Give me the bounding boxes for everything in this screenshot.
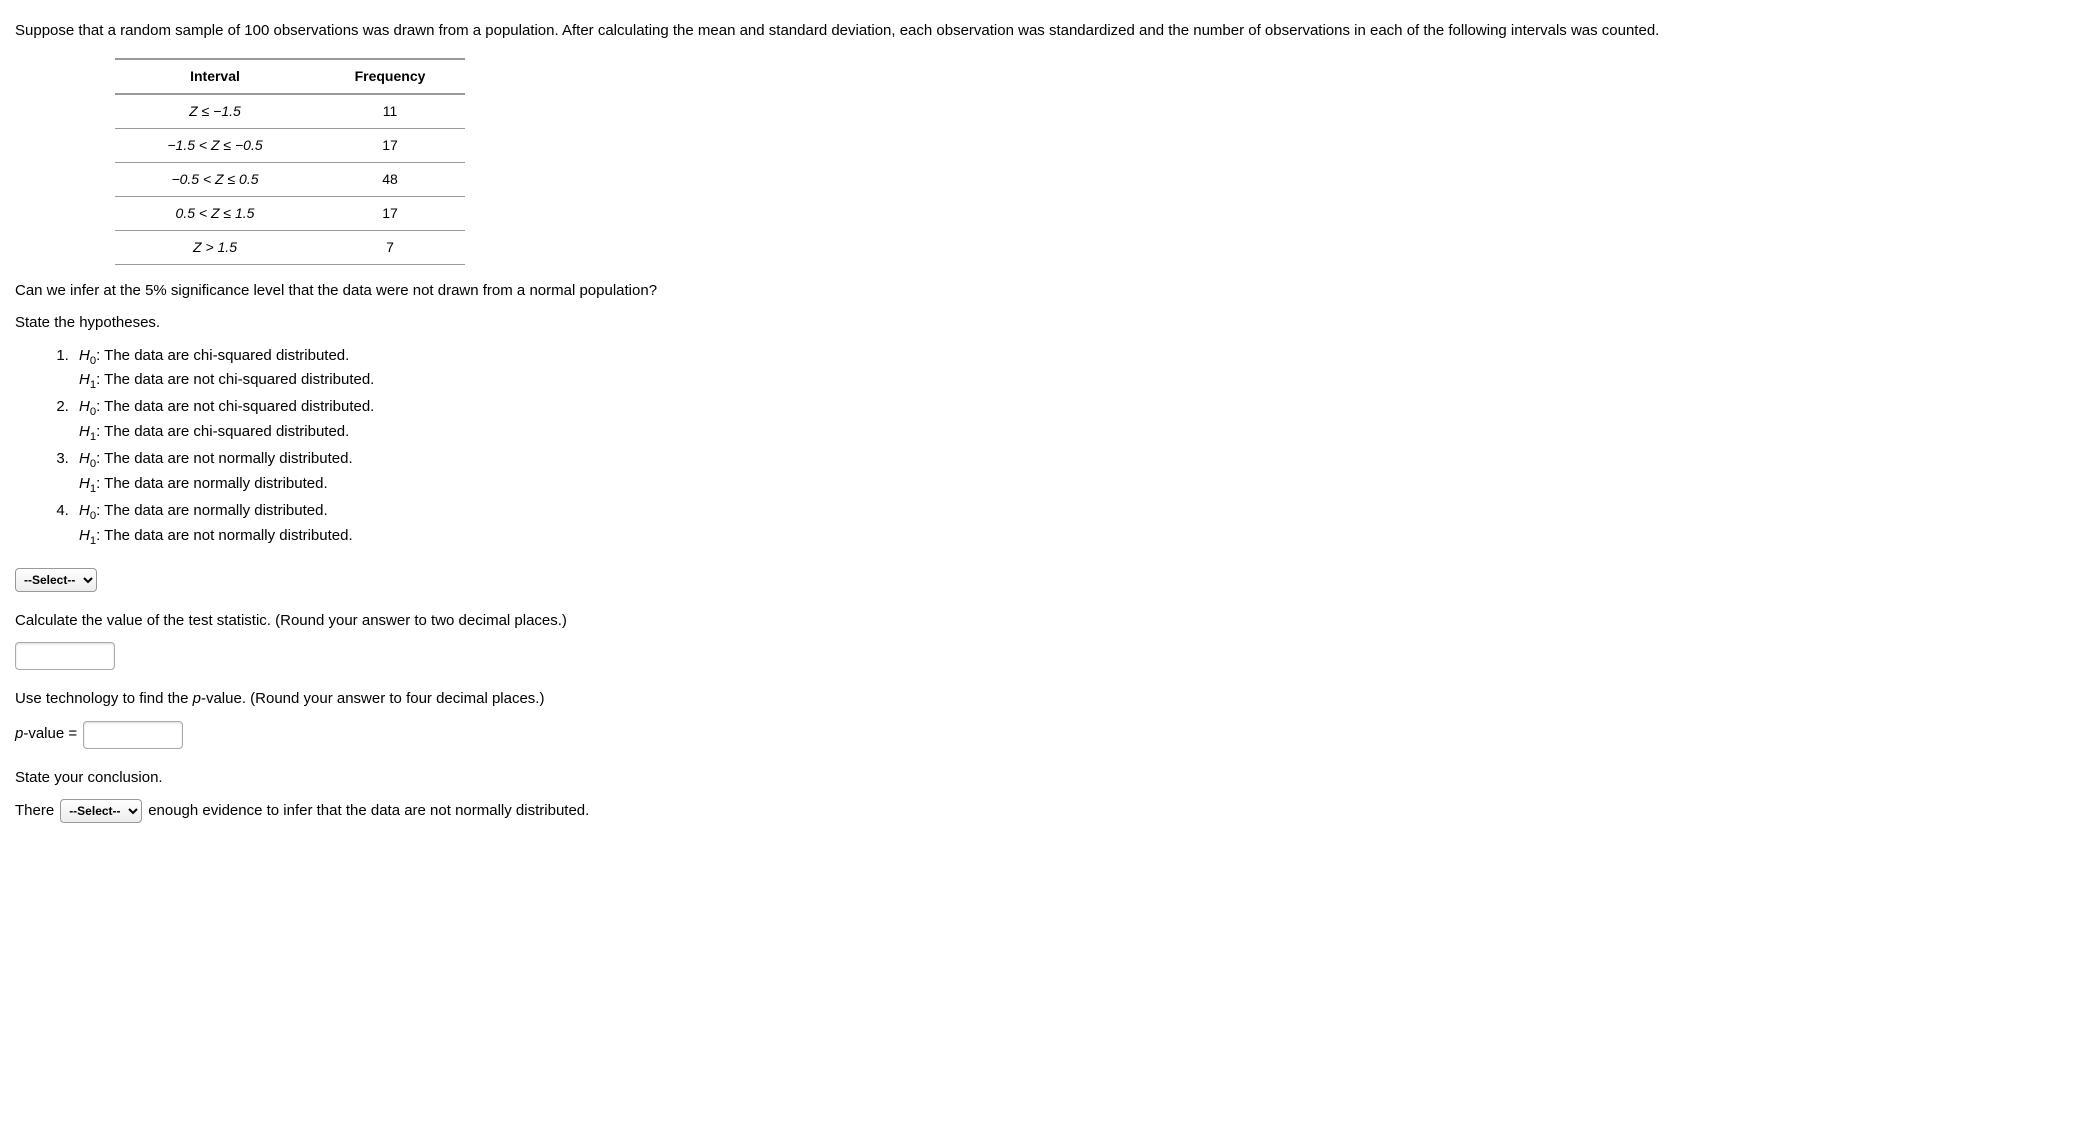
frequency-table: Interval Frequency Z ≤ −1.5 11 −1.5 < Z … xyxy=(115,58,465,265)
p-value-input[interactable] xyxy=(83,721,183,749)
h0-text: : The data are chi-squared distributed. xyxy=(96,347,349,364)
h0-text: : The data are normally distributed. xyxy=(96,502,328,519)
h1-text: : The data are not normally distributed. xyxy=(96,527,353,544)
table-header-interval: Interval xyxy=(115,59,315,94)
table-row: Z ≤ −1.5 11 xyxy=(115,94,465,129)
p-value-row: p-value = xyxy=(15,721,2083,749)
h1-text: : The data are not chi-squared distribut… xyxy=(96,371,374,388)
table-row: −0.5 < Z ≤ 0.5 48 xyxy=(115,162,465,196)
frequency-cell: 48 xyxy=(315,162,465,196)
find-p-value-label: Use technology to find the p-value. (Rou… xyxy=(15,688,2083,711)
h1-text: : The data are chi-squared distributed. xyxy=(96,423,349,440)
table-header-frequency: Frequency xyxy=(315,59,465,94)
p-value-equals: -value = xyxy=(23,725,77,742)
hypothesis-select[interactable]: --Select-- xyxy=(15,568,97,592)
p-value-p-italic: p xyxy=(193,690,201,707)
conclusion-suffix: enough evidence to infer that the data a… xyxy=(148,800,589,823)
h0-label: H xyxy=(79,450,90,467)
state-conclusion-label: State your conclusion. xyxy=(15,767,2083,790)
hypothesis-option: H0: The data are not chi-squared distrib… xyxy=(73,396,2083,446)
h1-label: H xyxy=(79,527,90,544)
h0-label: H xyxy=(79,347,90,364)
hypothesis-option: H0: The data are normally distributed. H… xyxy=(73,500,2083,550)
frequency-cell: 11 xyxy=(315,94,465,129)
interval-cell: −1.5 < Z ≤ −0.5 xyxy=(115,128,315,162)
interval-cell: Z ≤ −1.5 xyxy=(115,94,315,129)
h1-text: : The data are normally distributed. xyxy=(96,475,328,492)
frequency-cell: 17 xyxy=(315,196,465,230)
h1-label: H xyxy=(79,475,90,492)
conclusion-prefix: There xyxy=(15,800,54,823)
table-row: 0.5 < Z ≤ 1.5 17 xyxy=(115,196,465,230)
conclusion-row: There --Select-- enough evidence to infe… xyxy=(15,799,2083,823)
intro-paragraph: Suppose that a random sample of 100 obse… xyxy=(15,20,2083,43)
frequency-cell: 17 xyxy=(315,128,465,162)
conclusion-select[interactable]: --Select-- xyxy=(60,799,142,823)
calc-test-stat-label: Calculate the value of the test statisti… xyxy=(15,610,2083,633)
table-row: Z > 1.5 7 xyxy=(115,230,465,264)
main-question: Can we infer at the 5% significance leve… xyxy=(15,280,2083,303)
hypothesis-option: H0: The data are chi-squared distributed… xyxy=(73,345,2083,395)
h0-label: H xyxy=(79,398,90,415)
h0-text: : The data are not chi-squared distribut… xyxy=(96,398,374,415)
hypothesis-option: H0: The data are not normally distribute… xyxy=(73,448,2083,498)
h0-text: : The data are not normally distributed. xyxy=(96,450,353,467)
h1-label: H xyxy=(79,423,90,440)
state-hypotheses-label: State the hypotheses. xyxy=(15,312,2083,335)
interval-cell: Z > 1.5 xyxy=(115,230,315,264)
interval-cell: −0.5 < Z ≤ 0.5 xyxy=(115,162,315,196)
test-statistic-input[interactable] xyxy=(15,642,115,670)
h1-label: H xyxy=(79,371,90,388)
interval-cell: 0.5 < Z ≤ 1.5 xyxy=(115,196,315,230)
hypotheses-list: H0: The data are chi-squared distributed… xyxy=(73,345,2083,550)
find-p-value-rest: -value. (Round your answer to four decim… xyxy=(201,690,545,707)
p-value-label: p-value = xyxy=(15,723,77,746)
table-row: −1.5 < Z ≤ −0.5 17 xyxy=(115,128,465,162)
frequency-cell: 7 xyxy=(315,230,465,264)
find-p-value-pre: Use technology to find the xyxy=(15,690,193,707)
h0-label: H xyxy=(79,502,90,519)
